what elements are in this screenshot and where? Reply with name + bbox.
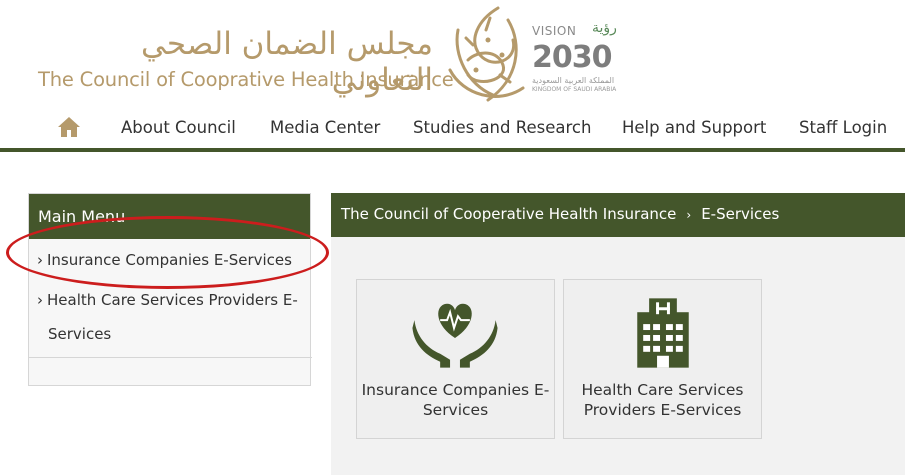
breadcrumb: The Council of Cooperative Health Insura… [331,193,905,237]
council-logo[interactable] [438,0,530,108]
card-label-line1: Health Care Services [581,381,744,399]
nav-staff-login[interactable]: Staff Login [799,118,887,137]
card-label-line2: Services [422,401,489,419]
sidebar-item-label-line2: Services [48,325,112,343]
sidebar-item-label: Health Care Services Providers E- [47,291,298,309]
site-title-english[interactable]: The Council of Cooprative Health Insuran… [38,68,454,91]
chevron-right-icon: › [37,291,43,309]
heart-hands-icon [412,303,498,368]
nav-divider [0,148,905,152]
breadcrumb-separator-icon: › [686,208,692,222]
main-menu-title: Main Menu [29,194,310,239]
chevron-right-icon: › [37,251,43,269]
nav-about-council[interactable]: About Council [121,118,236,137]
hospital-building-icon [637,298,689,368]
breadcrumb-root[interactable]: The Council of Cooperative Health Insura… [341,205,676,223]
main-content: The Council of Cooperative Health Insura… [331,193,905,475]
nav-studies-research[interactable]: Studies and Research [413,118,591,137]
card-label: Health Care Services Providers E-Service… [568,380,757,420]
vision-kingdom-arabic: المملكة العربية السعودية [532,76,615,85]
main-menu-sidebar: Main Menu › Insurance Companies E-Service… [28,193,312,386]
vision-year: 2030 [532,40,612,75]
sidebar-item-health-care-providers[interactable]: › Health Care Services Providers E- Servi… [37,283,298,351]
vision-label-arabic: رؤية [592,20,617,36]
main-navigation: About Council Media Center Studies and R… [0,108,905,148]
vision-label: VISION [532,24,577,38]
sidebar-item-insurance-companies[interactable]: › Insurance Companies E-Services [37,243,292,277]
site-header: مجلس الضمان الصحي التعاوني The Council o… [0,0,905,152]
card-label-line2: Providers E-Services [583,401,742,419]
card-label-line1: Insurance Companies E- [361,381,550,399]
card-insurance-companies[interactable]: Insurance Companies E- Services [356,279,555,439]
nav-help-support[interactable]: Help and Support [622,118,766,137]
sidebar-item-label: Insurance Companies E-Services [47,251,292,269]
vision-kingdom-english: KINGDOM OF SAUDI ARABIA [532,86,617,93]
sidebar-divider [29,357,312,358]
breadcrumb-current: E-Services [701,205,780,223]
card-health-care-providers[interactable]: Health Care Services Providers E-Service… [563,279,762,439]
home-icon[interactable] [57,116,81,138]
card-label: Insurance Companies E- Services [361,380,550,420]
nav-media-center[interactable]: Media Center [270,118,380,137]
vision-2030-logo: VISION رؤية 2030 المملكة العربية السعودي… [530,20,640,100]
